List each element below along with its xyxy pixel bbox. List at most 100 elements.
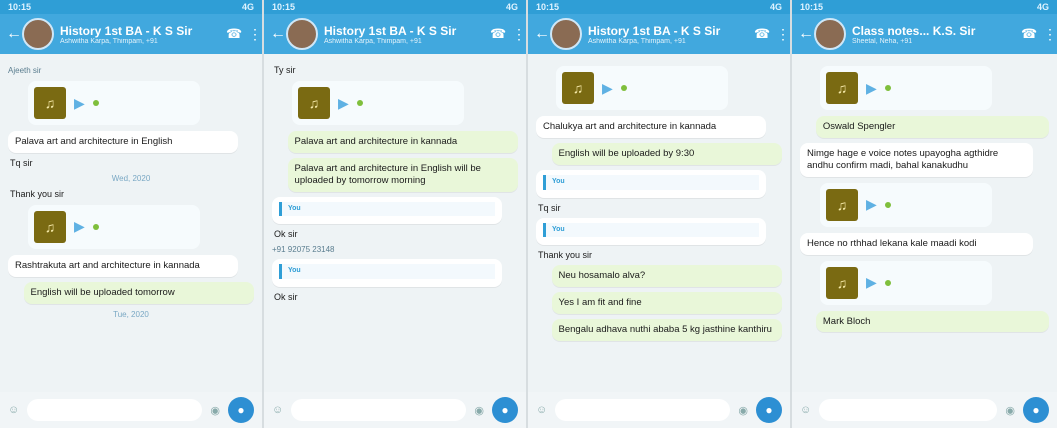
voice-note[interactable]: ♫ ▶ xyxy=(820,260,992,305)
message-text: English will be uploaded tomorrow xyxy=(30,286,175,298)
outgoing-message[interactable]: Bengalu adhava nuthi ababa 5 kg jasthine… xyxy=(551,319,782,341)
message-input[interactable] xyxy=(27,399,203,421)
more-options-icon[interactable]: ⋮ xyxy=(776,26,790,43)
group-avatar[interactable] xyxy=(550,18,582,50)
message-list[interactable]: ♫ ▶ Oswald Spengler Nimge hage e voice note… xyxy=(792,54,1057,392)
chat-title-area[interactable]: History 1st BA - K S Sir Ashwitha Karpa, … xyxy=(324,24,484,45)
message-text: Tq sir xyxy=(538,202,561,213)
message-text: Chalukya art and architecture in kannada xyxy=(543,121,717,132)
group-avatar[interactable] xyxy=(22,18,54,50)
message-input[interactable] xyxy=(555,399,731,421)
play-icon[interactable]: ▶ xyxy=(866,274,877,291)
message-text: Yes I am fit and fine xyxy=(558,297,642,309)
back-arrow-icon[interactable]: ← xyxy=(534,25,550,43)
message-text: Palava art and architecture in English w… xyxy=(294,162,481,186)
incoming-message[interactable]: Chalukya art and architecture in kannada xyxy=(536,116,767,138)
mic-button[interactable]: ● xyxy=(492,397,518,423)
status-bar: 10:15 4G xyxy=(528,0,790,14)
emoji-icon[interactable]: ☺ xyxy=(536,404,547,416)
chat-title: History 1st BA - K S Sir xyxy=(588,23,721,38)
incoming-message[interactable]: Hence no rthhad lekana kale maadi kodi xyxy=(800,232,1034,255)
voice-note[interactable]: ♫ ▶ xyxy=(28,81,200,125)
play-icon[interactable]: ▶ xyxy=(338,95,349,112)
mic-button[interactable]: ● xyxy=(756,397,782,423)
incoming-message[interactable]: Nimge hage e voice notes upayogha agthid… xyxy=(800,142,1034,177)
outgoing-message[interactable]: Neu hosamalo alva? xyxy=(551,265,782,288)
message-text: Thank you sir xyxy=(538,250,593,261)
emoji-icon[interactable]: ☺ xyxy=(800,404,811,416)
message-text: Ok sir xyxy=(274,292,298,303)
group-avatar[interactable] xyxy=(814,18,846,50)
add-call-icon[interactable]: ☎ xyxy=(226,26,242,42)
back-arrow-icon[interactable]: ← xyxy=(6,25,22,43)
reply-bubble[interactable]: You xyxy=(536,217,767,246)
headphones-icon: ♫ xyxy=(34,210,66,243)
quoted-message: You xyxy=(543,222,760,238)
mic-button[interactable]: ● xyxy=(1023,397,1049,423)
status-icons: 4G xyxy=(505,2,518,12)
reply-bubble[interactable]: You xyxy=(272,259,503,288)
message-text: Neu hosamalo alva? xyxy=(558,270,646,282)
play-icon[interactable]: ▶ xyxy=(866,80,877,97)
reply-bubble[interactable]: You xyxy=(536,169,767,198)
outgoing-message[interactable]: Palava art and architecture in English w… xyxy=(287,157,518,192)
chat-title-area[interactable]: History 1st BA - K S Sir Ashwitha Karpa, … xyxy=(588,24,748,45)
outgoing-message[interactable]: Yes I am fit and fine xyxy=(551,292,782,314)
more-options-icon[interactable]: ⋮ xyxy=(248,26,262,43)
voice-note[interactable]: ♫ ▶ xyxy=(820,182,992,227)
headphones-icon: ♫ xyxy=(562,72,594,104)
chat-screen: 10:15 4G ← History 1st BA - K S Sir Ashwitha… xyxy=(528,0,792,428)
more-options-icon[interactable]: ⋮ xyxy=(512,26,526,43)
play-icon[interactable]: ▶ xyxy=(74,218,85,235)
camera-icon[interactable]: ◉ xyxy=(210,404,220,417)
headphones-icon: ♫ xyxy=(298,87,330,119)
back-arrow-icon[interactable]: ← xyxy=(270,25,286,43)
group-avatar[interactable] xyxy=(286,18,318,50)
incoming-message[interactable]: Palava art and architecture in English xyxy=(8,131,239,153)
message-text: Ok sir xyxy=(274,229,298,240)
outgoing-message[interactable]: English will be uploaded tomorrow xyxy=(23,281,254,304)
status-icons: 4G xyxy=(241,2,254,12)
voice-status-dot xyxy=(356,100,363,106)
mic-button[interactable]: ● xyxy=(228,397,254,423)
message-text: Ty sir xyxy=(274,65,296,75)
voice-note[interactable]: ♫ ▶ xyxy=(820,66,992,110)
headphones-icon: ♫ xyxy=(34,87,66,119)
add-call-icon[interactable]: ☎ xyxy=(490,26,506,42)
outgoing-message[interactable]: Palava art and architecture in kannada xyxy=(287,131,518,153)
message-composer: ☺ ◉ ● xyxy=(264,392,526,428)
back-arrow-icon[interactable]: ← xyxy=(798,25,814,43)
add-call-icon[interactable]: ☎ xyxy=(1021,26,1037,42)
more-options-icon[interactable]: ⋮ xyxy=(1043,26,1057,43)
play-icon[interactable]: ▶ xyxy=(74,95,85,112)
chat-header: ← History 1st BA - K S Sir Ashwitha Karpa,… xyxy=(528,14,790,54)
camera-icon[interactable]: ◉ xyxy=(738,404,748,417)
message-composer: ☺ ◉ ● xyxy=(792,392,1057,428)
reply-bubble[interactable]: You xyxy=(272,196,503,225)
outgoing-message[interactable]: Oswald Spengler xyxy=(815,116,1049,138)
voice-status-dot xyxy=(92,223,99,230)
message-list[interactable]: ♫ ▶ Chalukya art and architecture in kanna… xyxy=(528,54,790,392)
camera-icon[interactable]: ◉ xyxy=(474,404,484,417)
play-icon[interactable]: ▶ xyxy=(866,196,877,213)
play-icon[interactable]: ▶ xyxy=(602,80,613,97)
voice-note[interactable]: ♫ ▶ xyxy=(292,81,464,125)
outgoing-message[interactable]: Mark Bloch xyxy=(815,310,1049,333)
message-input[interactable] xyxy=(819,399,998,421)
chat-title: Class notes... K.S. Sir xyxy=(852,23,976,38)
emoji-icon[interactable]: ☺ xyxy=(272,404,283,416)
add-call-icon[interactable]: ☎ xyxy=(754,26,770,42)
message-list[interactable]: Ty sir ♫ ▶ Palava art and architecture in k… xyxy=(264,54,526,392)
message-list[interactable]: Ajeeth sir ♫ ▶ Palava art and architecture … xyxy=(0,54,262,392)
chat-title-area[interactable]: Class notes... K.S. Sir Sheetal, Neha, +9… xyxy=(852,24,1015,45)
camera-icon[interactable]: ◉ xyxy=(1005,404,1015,417)
headphones-icon: ♫ xyxy=(826,72,858,104)
chat-subtitle: Ashwitha Karpa, Thimpam, +91 xyxy=(60,37,158,45)
voice-note[interactable]: ♫ ▶ xyxy=(28,204,200,249)
incoming-message[interactable]: Rashtrakuta art and architecture in kann… xyxy=(8,254,239,277)
emoji-icon[interactable]: ☺ xyxy=(8,404,19,416)
chat-title-area[interactable]: History 1st BA - K S Sir Ashwitha Karpa, … xyxy=(60,24,220,45)
outgoing-message[interactable]: English will be uploaded by 9:30 xyxy=(551,142,782,165)
message-input[interactable] xyxy=(291,399,467,421)
voice-note[interactable]: ♫ ▶ xyxy=(556,66,728,110)
